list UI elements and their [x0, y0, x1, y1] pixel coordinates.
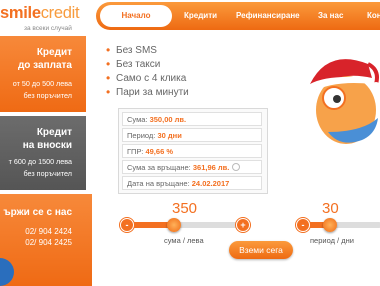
sidebar-text-line1: т 600 до 1500 лева	[8, 157, 72, 166]
loan-summary: Сума: 350,00 лв. Период: 30 дни ГПР: 49,…	[118, 108, 268, 194]
sidebar-title-line1: Кредит	[36, 127, 72, 138]
summary-repay-date: Дата на връщане: 24.02.2017	[122, 176, 262, 190]
nav-item-refinancing[interactable]: Рефинансиране	[236, 11, 300, 20]
logo-tagline: за всеки случай	[24, 25, 72, 32]
benefit-item: Без SMS	[106, 43, 226, 57]
sidebar-title-line2: на вноски	[22, 140, 72, 151]
amount-slider-handle[interactable]	[167, 218, 181, 232]
period-value: 30	[322, 200, 339, 217]
period-slider-handle[interactable]	[323, 218, 337, 232]
nav-item-home[interactable]: Начало	[100, 5, 172, 27]
nav-item-about[interactable]: За нас	[318, 11, 343, 20]
sidebar-title-line2: до заплата	[17, 60, 72, 71]
contact-phone-1[interactable]: 02/ 904 2424	[25, 227, 72, 236]
logo-wordmark: smilecredit	[0, 4, 80, 22]
summary-apr: ГПР: 49,66 %	[122, 144, 262, 158]
mascot-illustration	[310, 59, 380, 144]
nav-item-contacts[interactable]: Конт	[367, 11, 380, 20]
brand-logo[interactable]: smilecredit за всеки случай	[0, 4, 100, 36]
summary-period: Период: 30 дни	[122, 128, 262, 142]
contact-phone-2[interactable]: 02/ 904 2425	[25, 238, 72, 247]
benefit-item: Пари за минути	[106, 85, 226, 99]
amount-value: 350	[172, 200, 198, 217]
period-slider-label: период / дни	[310, 236, 354, 245]
sidebar-credit-installments[interactable]: Кредит на вноски т 600 до 1500 лева без …	[0, 116, 86, 190]
nav-item-credits[interactable]: Кредити	[184, 11, 217, 20]
summary-amount: Сума: 350,00 лв.	[122, 112, 262, 126]
sidebar-credit-salary[interactable]: Кредит до заплата от 50 до 500 лева без …	[0, 36, 86, 112]
benefit-item: Само с 4 клика	[106, 71, 226, 85]
sidebar-text-line2: без поръчител	[23, 91, 72, 100]
sidebar-text-line1: от 50 до 500 лева	[12, 79, 72, 88]
amount-decrease-button[interactable]: -	[120, 218, 134, 232]
period-decrease-button[interactable]: -	[296, 218, 310, 232]
main-nav: Начало Кредити Рефинансиране За нас Конт	[96, 2, 380, 30]
contact-title: ържи се с нас	[3, 207, 72, 218]
repay-radio[interactable]	[232, 163, 241, 171]
sidebar-title-line1: Кредит	[36, 47, 72, 58]
amount-slider-label: сума / лева	[164, 236, 204, 245]
amount-increase-button[interactable]: +	[236, 218, 250, 232]
sidebar-text-line2: без поръчител	[23, 169, 72, 178]
benefit-item: Без такси	[106, 57, 226, 71]
get-now-button[interactable]: Вземи сега	[229, 241, 293, 259]
summary-repay: Сума за връщане: 361,96 лв.	[122, 160, 262, 174]
